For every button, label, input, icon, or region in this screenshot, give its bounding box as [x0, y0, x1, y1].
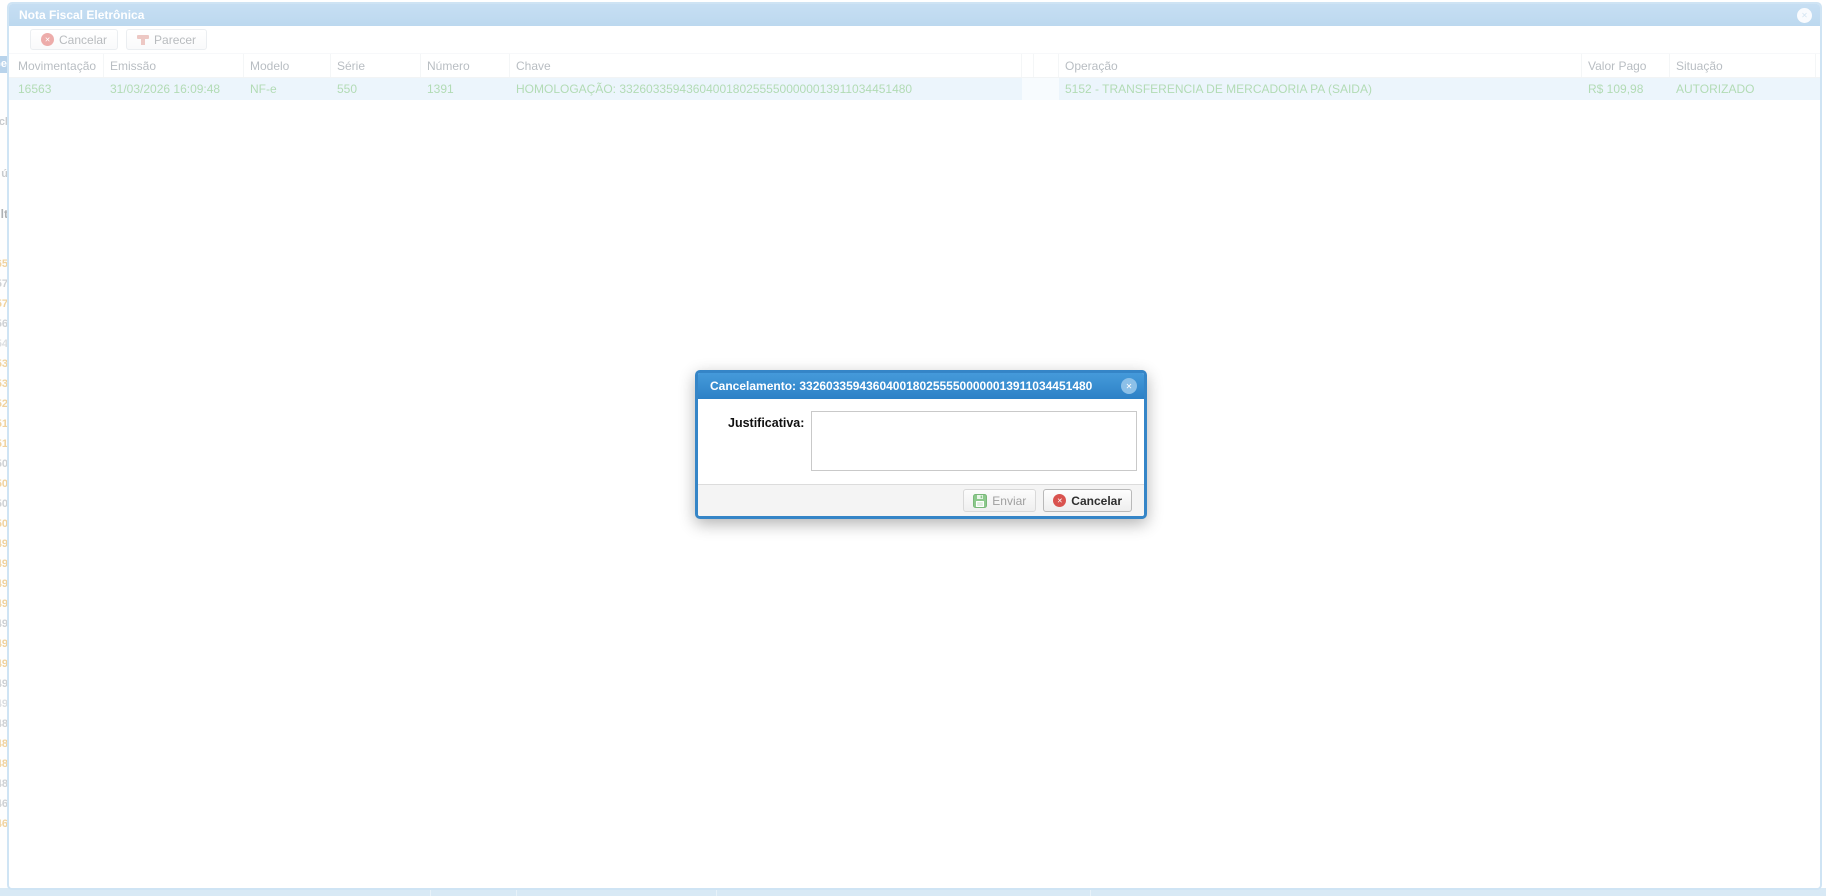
dialog-cancelar-label: Cancelar [1071, 494, 1122, 508]
cancelamento-dialog: Cancelamento: 33260335943604001802555500… [695, 370, 1147, 519]
dialog-close-icon[interactable] [1121, 378, 1137, 394]
enviar-button-label: Enviar [992, 494, 1026, 508]
dialog-title: Cancelamento: 33260335943604001802555500… [710, 379, 1121, 393]
justificativa-textarea[interactable] [811, 411, 1137, 471]
cancel-circle-x-icon [1053, 494, 1066, 507]
enviar-button[interactable]: Enviar [963, 489, 1036, 512]
dialog-titlebar: Cancelamento: 33260335943604001802555500… [698, 373, 1144, 399]
save-floppy-icon [973, 494, 987, 508]
dialog-body: Justificativa: * [698, 399, 1144, 484]
dialog-footer: Enviar Cancelar [698, 484, 1144, 516]
dialog-cancelar-button[interactable]: Cancelar [1043, 489, 1132, 512]
justificativa-label: Justificativa: [728, 416, 804, 430]
